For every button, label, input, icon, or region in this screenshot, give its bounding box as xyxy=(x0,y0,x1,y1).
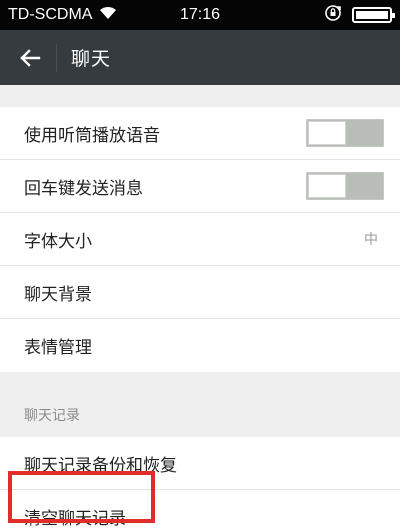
earpiece-voice-switch[interactable] xyxy=(306,119,384,147)
earpiece-voice-row[interactable]: 使用听筒播放语音 xyxy=(0,107,400,160)
top-spacer xyxy=(0,85,400,107)
status-left: TD-SCDMA xyxy=(8,5,118,26)
highlight-box xyxy=(8,471,155,523)
switch-knob xyxy=(308,174,346,198)
title-bar: 聊天 xyxy=(0,30,400,85)
switch-knob xyxy=(308,121,346,145)
status-time: 17:16 xyxy=(179,6,221,23)
rotation-lock-icon xyxy=(324,4,342,27)
wifi-icon xyxy=(98,5,118,26)
battery-icon xyxy=(352,7,395,23)
enter-to-send-row[interactable]: 回车键发送消息 xyxy=(0,160,400,213)
settings-group: 使用听筒播放语音 回车键发送消息 字体大小 中 聊天背景 表情管理 xyxy=(0,107,400,372)
earpiece-voice-label: 使用听筒播放语音 xyxy=(24,125,160,146)
chat-background-row[interactable]: 聊天背景 xyxy=(0,266,400,319)
battery-fill xyxy=(356,11,388,19)
sticker-management-row[interactable]: 表情管理 xyxy=(0,319,400,372)
font-size-row[interactable]: 字体大小 中 xyxy=(0,213,400,266)
enter-to-send-label: 回车键发送消息 xyxy=(24,178,143,199)
sticker-management-label: 表情管理 xyxy=(24,338,92,358)
status-right xyxy=(324,4,395,27)
carrier-name: TD-SCDMA xyxy=(8,6,93,23)
title-divider xyxy=(56,43,57,72)
font-size-value: 中 xyxy=(364,232,378,248)
back-button[interactable] xyxy=(18,46,42,70)
chat-background-label: 聊天背景 xyxy=(24,284,92,305)
enter-to-send-switch[interactable] xyxy=(306,172,384,200)
status-bar: TD-SCDMA 17:16 xyxy=(0,0,400,30)
font-size-label: 字体大小 xyxy=(24,231,92,252)
page-title: 聊天 xyxy=(71,48,112,70)
arrow-left-icon xyxy=(20,48,41,67)
chat-history-section-header: 聊天记录 xyxy=(0,372,400,437)
